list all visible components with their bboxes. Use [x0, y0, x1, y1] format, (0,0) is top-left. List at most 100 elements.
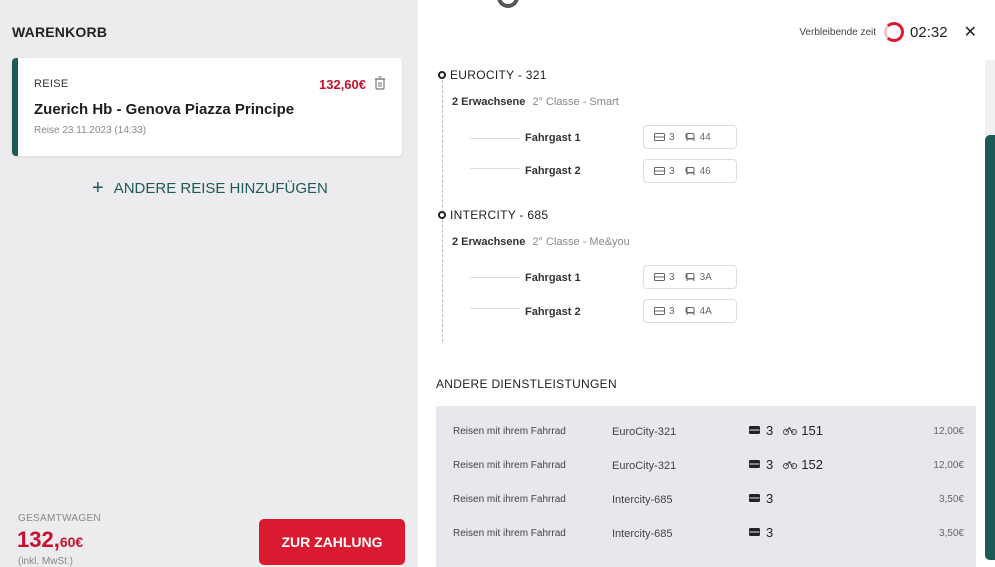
train-name: INTERCITY - 685: [450, 208, 549, 222]
timer-value: 02:32: [910, 23, 948, 41]
train-section: INTERCITY - 685 2 Erwachsene 2° Classe -…: [438, 208, 630, 248]
cart-panel: WARENKORB REISE 132,60€ Zuerich Hb - Gen…: [0, 0, 418, 567]
service-train: Intercity-685: [612, 528, 673, 540]
seat-group: 46: [685, 166, 711, 177]
scrollbar-thumb[interactable]: [985, 135, 995, 560]
travel-class: 2° Classe - Me&you: [532, 236, 630, 248]
seat-icon: [685, 306, 695, 315]
coach-icon: [654, 132, 665, 141]
coach-number: 3: [766, 491, 774, 506]
seat-assignment[interactable]: 3 4A: [643, 299, 737, 323]
total-amount: 132,60€: [17, 527, 83, 553]
connector-line: [470, 308, 520, 309]
service-row[interactable]: Reisen mit ihrem Fahrrad EuroCity-321 3 …: [436, 416, 976, 452]
service-name: Reisen mit ihrem Fahrrad: [453, 426, 566, 437]
seat-assignment[interactable]: 3 46: [643, 159, 737, 183]
coach-icon: [749, 426, 760, 434]
coach-icon: [749, 528, 760, 536]
coach-group: 3: [654, 272, 675, 283]
trip-route: Zuerich Hb - Genova Piazza Principe: [34, 101, 295, 118]
bike-number: 151: [801, 423, 823, 438]
timer-ring-icon: [884, 22, 905, 42]
service-row[interactable]: Reisen mit ihrem Fahrrad Intercity-685 3…: [436, 518, 976, 554]
passenger-summary: 2 Erwachsene 2° Classe - Smart: [452, 96, 619, 108]
timer: Verbleibende zeit 02:32 ✕: [799, 22, 977, 42]
trip-type-label: REISE: [34, 78, 69, 90]
close-icon[interactable]: ✕: [964, 22, 977, 42]
seat-number: 46: [699, 165, 711, 177]
train-header: EUROCITY - 321: [438, 68, 619, 82]
service-train: EuroCity-321: [612, 460, 677, 472]
train-section: EUROCITY - 321 2 Erwachsene 2° Classe - …: [438, 68, 619, 108]
pay-button[interactable]: ZUR ZAHLUNG: [259, 519, 405, 565]
seat-assignment[interactable]: 3 44: [643, 125, 737, 149]
seat-icon: [685, 272, 695, 281]
service-price: 12,00€: [933, 460, 964, 471]
service-price: 12,00€: [933, 426, 964, 437]
bike-slot: 152: [783, 457, 823, 472]
service-price: 3,50€: [938, 494, 964, 505]
seat-icon: [685, 132, 695, 141]
service-coach: 3: [749, 491, 773, 506]
coach-group: 3: [654, 166, 675, 177]
service-price: 3,50€: [938, 528, 964, 539]
total-label: GESAMTWAGEN: [18, 513, 101, 524]
coach-icon: [749, 460, 760, 468]
coach-icon: [749, 494, 760, 502]
coach-number: 3: [766, 457, 774, 472]
service-coach: 3: [749, 525, 773, 540]
service-row[interactable]: Reisen mit ihrem Fahrrad EuroCity-321 3 …: [436, 450, 976, 486]
coach-number: 3: [766, 525, 774, 540]
service-train: Intercity-685: [612, 494, 673, 506]
passenger-label: Fahrgast 1: [525, 272, 581, 284]
add-trip-label: ANDERE REISE HINZUFÜGEN: [113, 179, 328, 197]
trip-card[interactable]: REISE 132,60€ Zuerich Hb - Genova Piazza…: [12, 58, 402, 156]
passenger-label: Fahrgast 2: [525, 165, 581, 177]
bike-slot: 151: [783, 423, 823, 438]
seat-group: 3A: [685, 272, 712, 283]
service-name: Reisen mit ihrem Fahrrad: [453, 460, 566, 471]
drag-handle-icon[interactable]: [497, 0, 519, 8]
other-services-table: Reisen mit ihrem Fahrrad EuroCity-321 3 …: [436, 406, 976, 567]
seat-icon: [685, 166, 695, 175]
coach-icon: [654, 306, 665, 315]
trip-price: 132,60€: [319, 77, 366, 92]
service-row[interactable]: Reisen mit ihrem Fahrrad Intercity-685 3…: [436, 484, 976, 520]
service-train: EuroCity-321: [612, 426, 677, 438]
bike-number: 152: [801, 457, 823, 472]
total-cents: 60€: [59, 534, 84, 550]
train-name: EUROCITY - 321: [450, 68, 547, 82]
coach-number: 3: [669, 165, 675, 177]
plus-icon: +: [92, 177, 104, 199]
passenger-label: Fahrgast 1: [525, 132, 581, 144]
service-name: Reisen mit ihrem Fahrrad: [453, 494, 566, 505]
seat-number: 44: [699, 131, 711, 143]
train-dot-icon: [438, 71, 446, 79]
connector-line: [470, 138, 520, 139]
coach-icon: [654, 166, 665, 175]
coach-group: 3: [654, 132, 675, 143]
bike-icon: [783, 427, 798, 435]
trash-icon[interactable]: [374, 76, 386, 90]
trip-date: Reise 23.11.2023 (14:33): [34, 125, 147, 136]
seat-group: 4A: [685, 306, 712, 317]
cart-title: WARENKORB: [12, 24, 108, 40]
service-coach: 3 151: [749, 423, 823, 438]
seat-assignment[interactable]: 3 3A: [643, 265, 737, 289]
connector-line: [470, 277, 520, 278]
coach-number: 3: [766, 423, 774, 438]
coach-number: 3: [669, 271, 675, 283]
adults-count: 2 Erwachsene: [452, 236, 526, 248]
add-trip-button[interactable]: + ANDERE REISE HINZUFÜGEN: [92, 178, 328, 198]
coach-number: 3: [669, 131, 675, 143]
travel-class: 2° Classe - Smart: [532, 96, 619, 108]
connector-line: [470, 168, 520, 169]
coach-number: 3: [669, 305, 675, 317]
service-coach: 3 152: [749, 457, 823, 472]
seat-number: 4A: [699, 305, 712, 317]
passenger-label: Fahrgast 2: [525, 306, 581, 318]
timer-label: Verbleibende zeit: [799, 26, 877, 38]
other-services-title: ANDERE DIENSTLEISTUNGEN: [436, 377, 617, 391]
passenger-summary: 2 Erwachsene 2° Classe - Me&you: [452, 236, 630, 248]
seat-group: 44: [685, 132, 711, 143]
